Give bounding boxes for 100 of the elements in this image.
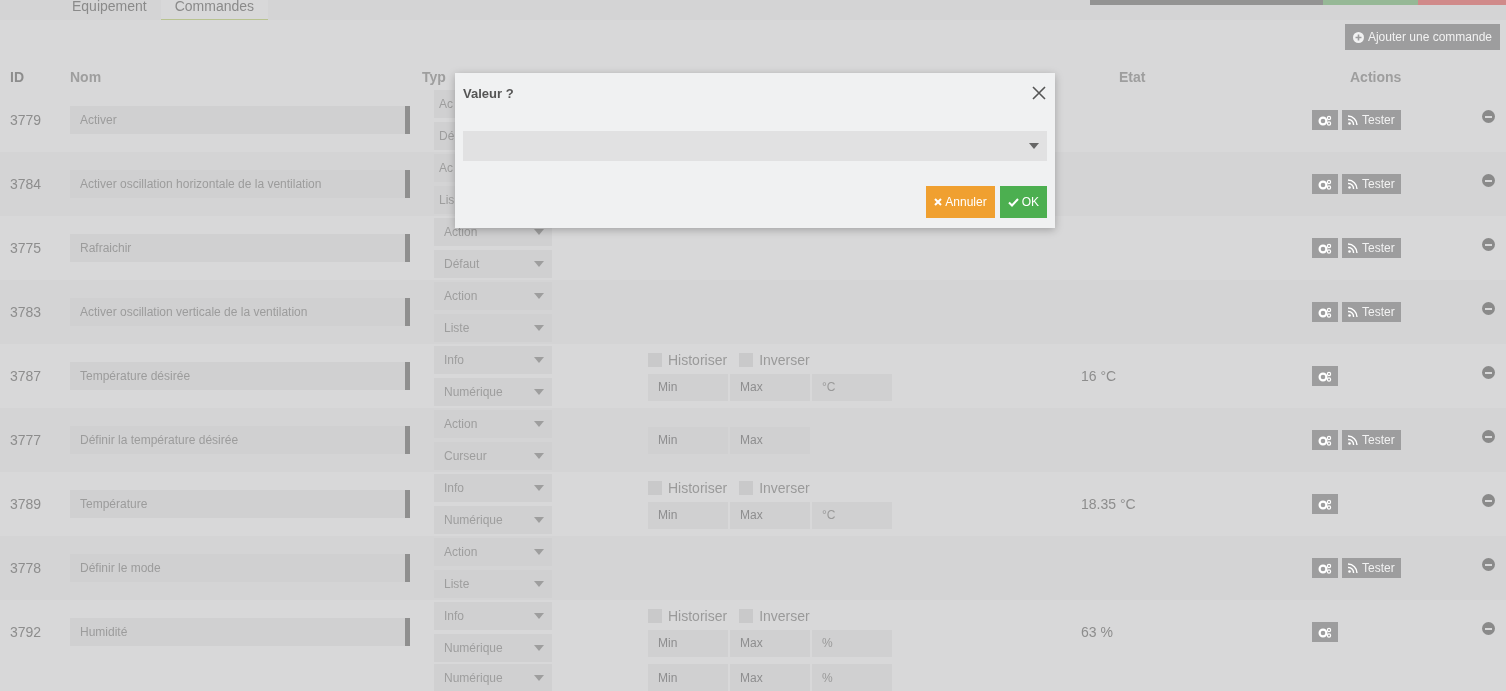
test-button[interactable]: Tester <box>1342 238 1401 258</box>
close-button[interactable] <box>1031 85 1047 101</box>
state-cell-text: 18.35 °C <box>1081 496 1137 512</box>
test-button[interactable]: Tester <box>1342 430 1401 450</box>
test-button[interactable]: Tester <box>1342 302 1401 322</box>
min-field[interactable]: Min <box>648 501 728 529</box>
remove-icon[interactable] <box>1482 366 1495 379</box>
unit-field[interactable]: % <box>812 629 892 657</box>
caret-icon <box>534 293 544 299</box>
checkbox-label: Inverser <box>759 351 810 368</box>
ok-button[interactable]: OK <box>999 186 1047 218</box>
gears-icon <box>1318 178 1332 190</box>
unit-field[interactable]: % <box>812 664 892 691</box>
test-button[interactable]: Tester <box>1342 174 1401 194</box>
gears-icon <box>1318 306 1332 318</box>
configure-button[interactable] <box>1312 174 1338 194</box>
rss-icon <box>1348 435 1358 445</box>
min-field[interactable]: Min <box>648 373 728 401</box>
checkbox-label: Historiser <box>668 351 728 368</box>
checkbox-label: Inverser <box>759 479 810 496</box>
remove-icon[interactable] <box>1482 558 1495 571</box>
column-header: Etat <box>1119 69 1147 85</box>
id-cell-text: 3775 <box>9 240 43 256</box>
id-cell-text: 3787 <box>9 368 43 384</box>
caret-icon <box>534 453 544 459</box>
drag-handle[interactable] <box>405 170 410 198</box>
max-field[interactable]: Max <box>730 629 810 657</box>
checkbox-label: Historiser <box>668 607 728 624</box>
drag-handle[interactable] <box>405 426 410 454</box>
gears-icon <box>1318 434 1332 446</box>
test-button[interactable]: Tester <box>1342 110 1401 130</box>
min-field[interactable]: Min <box>648 629 728 657</box>
drag-handle[interactable] <box>405 618 410 646</box>
max-field[interactable]: Max <box>730 373 810 401</box>
id-cell-text: 3789 <box>9 496 43 512</box>
column-header: Nom <box>70 69 103 85</box>
max-field[interactable]: Max <box>730 664 810 691</box>
drag-handle[interactable] <box>405 554 410 582</box>
add-command-button[interactable]: Ajouter une commande <box>1344 24 1500 50</box>
rss-icon <box>1348 563 1358 573</box>
dialog-title: Valeur ? <box>463 85 514 101</box>
caret-icon <box>534 613 544 619</box>
remove-icon[interactable] <box>1482 494 1495 507</box>
id-cell-text: 3778 <box>9 560 43 576</box>
close-icon <box>1031 85 1047 101</box>
drag-handle[interactable] <box>405 234 410 262</box>
state-cell-text: 16 °C <box>1081 368 1118 384</box>
max-field[interactable]: Max <box>730 501 810 529</box>
caret-icon <box>534 421 544 427</box>
configure-button[interactable] <box>1312 366 1338 386</box>
caret-icon <box>534 261 544 267</box>
drag-handle[interactable] <box>405 362 410 390</box>
test-button[interactable]: Tester <box>1342 558 1401 578</box>
check-icon <box>1007 197 1019 207</box>
caret-icon <box>534 549 544 555</box>
id-cell-text: 3792 <box>9 624 43 640</box>
caret-icon <box>1029 143 1039 149</box>
min-field[interactable]: Min <box>648 426 728 454</box>
caret-icon <box>534 325 544 331</box>
configure-button[interactable] <box>1312 494 1338 514</box>
state-cell-text: 63 % <box>1081 624 1114 640</box>
cross-icon <box>934 198 943 206</box>
configure-button[interactable] <box>1312 238 1338 258</box>
gears-icon <box>1318 114 1332 126</box>
caret-icon <box>534 389 544 395</box>
column-header: Typ <box>422 69 447 85</box>
drag-handle[interactable] <box>405 298 410 326</box>
gears-icon <box>1318 242 1332 254</box>
gears-icon <box>1318 562 1332 574</box>
id-cell-text: 3779 <box>9 112 43 128</box>
configure-button[interactable] <box>1312 558 1338 578</box>
remove-icon[interactable] <box>1482 110 1495 123</box>
max-field[interactable]: Max <box>730 426 810 454</box>
plus-circle-icon <box>1352 31 1364 43</box>
checkbox-label: Inverser <box>759 607 810 624</box>
gears-icon <box>1318 498 1332 510</box>
min-field[interactable]: Min <box>648 664 728 691</box>
remove-icon[interactable] <box>1482 622 1495 635</box>
configure-button[interactable] <box>1312 430 1338 450</box>
remove-icon[interactable] <box>1482 174 1495 187</box>
gears-icon <box>1318 370 1332 382</box>
column-header: ID <box>9 69 25 85</box>
configure-button[interactable] <box>1312 110 1338 130</box>
drag-handle[interactable] <box>405 490 410 518</box>
cancel-button[interactable]: Annuler <box>926 186 995 218</box>
caret-icon <box>534 357 544 363</box>
tab[interactable]: Commandes <box>160 0 269 20</box>
caret-icon <box>534 581 544 587</box>
remove-icon[interactable] <box>1482 430 1495 443</box>
caret-icon <box>534 645 544 651</box>
remove-icon[interactable] <box>1482 238 1495 251</box>
checkbox-label: Historiser <box>668 479 728 496</box>
id-cell-text: 3783 <box>9 304 43 320</box>
id-cell-text: 3777 <box>9 432 43 448</box>
gears-icon <box>1318 626 1332 638</box>
configure-button[interactable] <box>1312 302 1338 322</box>
configure-button[interactable] <box>1312 622 1338 642</box>
remove-icon[interactable] <box>1482 302 1495 315</box>
drag-handle[interactable] <box>405 106 410 134</box>
rss-icon <box>1348 243 1358 253</box>
